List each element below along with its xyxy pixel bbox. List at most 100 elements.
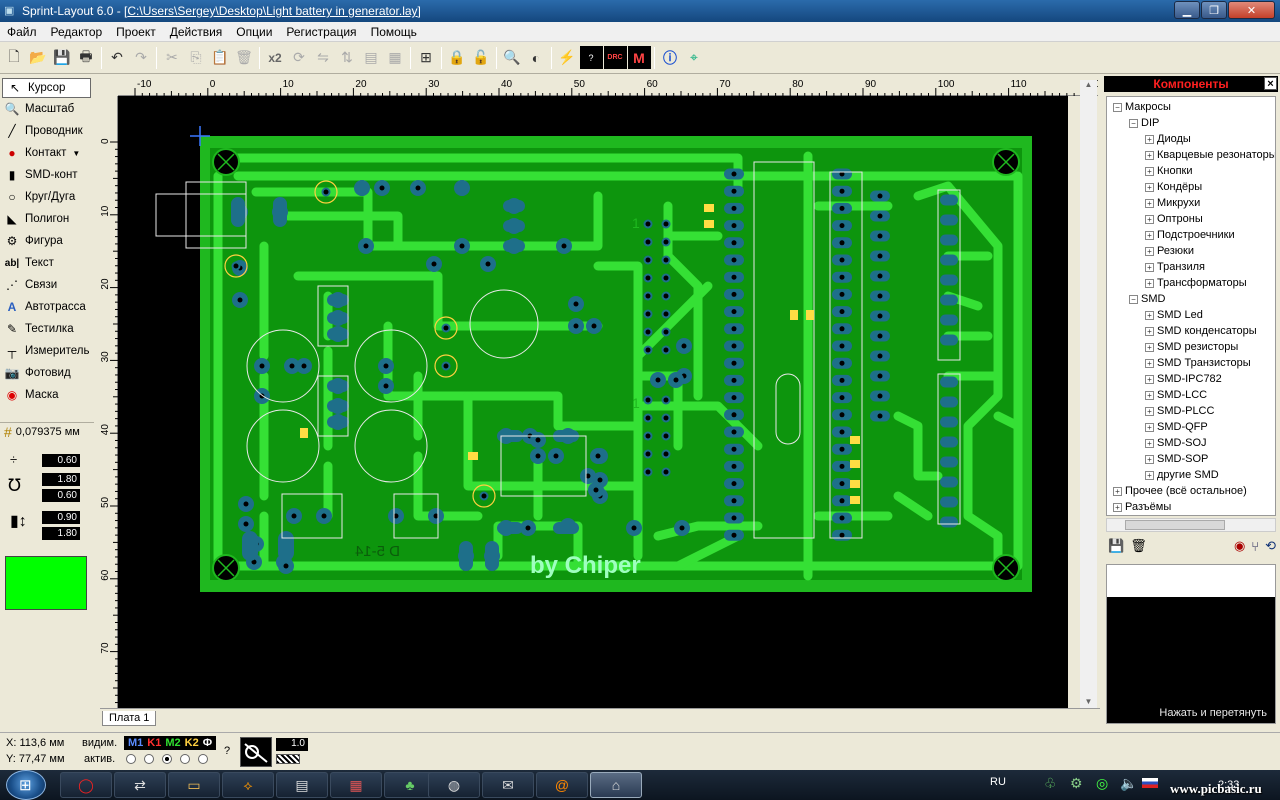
- task-network-icon[interactable]: ⇄: [114, 772, 166, 798]
- language-indicator[interactable]: RU: [990, 776, 1006, 788]
- expand-icon[interactable]: +: [1113, 502, 1122, 512]
- tree-node[interactable]: + SMD Led: [1145, 307, 1203, 323]
- duplicate-x2-button[interactable]: x2: [264, 46, 287, 69]
- tree-node[interactable]: + SMD Транзисторы: [1145, 355, 1251, 371]
- tree-node[interactable]: + SMD-IPC782: [1145, 371, 1222, 387]
- close-button[interactable]: ✕: [1228, 1, 1275, 19]
- tool-mask[interactable]: ◉ Маска: [0, 384, 94, 406]
- tree-node[interactable]: − DIP: [1129, 115, 1159, 131]
- expand-icon[interactable]: +: [1145, 454, 1154, 464]
- tree-node[interactable]: + SMD резисторы: [1145, 339, 1238, 355]
- layer-radio[interactable]: [180, 754, 190, 764]
- expand-icon[interactable]: +: [1145, 166, 1154, 176]
- delete-icon[interactable]: 🗑: [233, 46, 256, 69]
- layer-toggle[interactable]: K2: [185, 737, 199, 749]
- expand-icon[interactable]: +: [1145, 198, 1154, 208]
- layer-toggle[interactable]: M1: [128, 737, 143, 749]
- tool-text[interactable]: ab| Текст: [0, 252, 94, 274]
- layer-toggle[interactable]: Ф: [203, 737, 212, 749]
- autoroute-tool-icon[interactable]: ⚡: [556, 46, 579, 69]
- tree-node[interactable]: + Кнопки: [1145, 163, 1193, 179]
- tree-node[interactable]: − Макросы: [1113, 99, 1171, 115]
- expand-icon[interactable]: +: [1145, 422, 1154, 432]
- tool-tester[interactable]: ✎ Тестилка: [0, 318, 94, 340]
- tool-polygon[interactable]: ◣ Полигон: [0, 208, 94, 230]
- expand-icon[interactable]: +: [1145, 390, 1154, 400]
- scroll-down-icon[interactable]: ▼: [1080, 697, 1097, 706]
- print-icon[interactable]: 🖶: [75, 46, 98, 69]
- expand-icon[interactable]: +: [1145, 310, 1154, 320]
- tool-measure[interactable]: ┬ Измеритель: [0, 340, 94, 362]
- menu-registration[interactable]: Регистрация: [279, 25, 363, 39]
- task-archiver-icon[interactable]: ▦: [330, 772, 382, 798]
- tree-node[interactable]: + другие SMD: [1145, 467, 1219, 483]
- lock-icon[interactable]: 🔒: [446, 46, 469, 69]
- tree-node[interactable]: + Подстроечники: [1145, 227, 1235, 243]
- task-at-icon[interactable]: @: [536, 772, 588, 798]
- scroll-up-icon[interactable]: ▲: [1080, 80, 1097, 89]
- tree-node[interactable]: + Разъёмы: [1113, 499, 1171, 515]
- menu-help[interactable]: Помощь: [364, 25, 424, 39]
- grid-setting[interactable]: # 0,079375 мм: [0, 422, 94, 440]
- components-tree[interactable]: − Макросы − DIP + Диоды + Кварцевые резонаторы +…: [1106, 96, 1276, 516]
- tree-node[interactable]: + Диоды: [1145, 131, 1191, 147]
- tool-photoview[interactable]: 📷 Фотовид: [0, 362, 94, 384]
- pcb-canvas[interactable]: by Chiper D 5-14 1 1: [118, 96, 1068, 708]
- expand-icon[interactable]: +: [1145, 342, 1154, 352]
- pad-inner-field[interactable]: 0.60: [42, 489, 80, 502]
- layer-toggle[interactable]: K1: [147, 737, 161, 749]
- expand-icon[interactable]: +: [1145, 150, 1154, 160]
- scan-icon[interactable]: ⌖: [683, 46, 706, 69]
- hatch-icon[interactable]: [276, 754, 300, 764]
- new-file-icon[interactable]: 🗋: [3, 46, 26, 69]
- tree-node[interactable]: + Прочее (всё остальное): [1113, 483, 1247, 499]
- expand-icon[interactable]: +: [1145, 182, 1154, 192]
- macro-icon[interactable]: M: [627, 46, 651, 69]
- tree-node[interactable]: + SMD-LCC: [1145, 387, 1207, 403]
- tree-node[interactable]: + SMD-SOJ: [1145, 435, 1207, 451]
- unlock-icon[interactable]: 🔓: [470, 46, 493, 69]
- expand-icon[interactable]: +: [1113, 486, 1122, 496]
- close-icon[interactable]: ×: [1264, 77, 1277, 90]
- tray-app-icon[interactable]: ⚙: [1070, 775, 1083, 792]
- tray-status-icon[interactable]: ◎: [1096, 775, 1108, 792]
- transparency-icon[interactable]: ◐: [525, 46, 548, 69]
- tool-cursor[interactable]: ↖ Курсор: [2, 78, 91, 98]
- expand-icon[interactable]: +: [1145, 470, 1154, 480]
- save-icon[interactable]: 💾: [51, 46, 74, 69]
- start-button[interactable]: ⊞: [6, 770, 46, 800]
- smd-height-field[interactable]: 1.80: [42, 527, 80, 540]
- pad-outer-field[interactable]: 1.80: [42, 473, 80, 486]
- open-file-icon[interactable]: 📂: [27, 46, 50, 69]
- save-icon[interactable]: 💾: [1108, 538, 1124, 554]
- help-mark[interactable]: ?: [224, 745, 230, 757]
- pcb-board[interactable]: by Chiper D 5-14 1 1: [118, 96, 1068, 708]
- collapse-icon[interactable]: −: [1113, 102, 1122, 112]
- delete-icon[interactable]: 🗑: [1130, 538, 1147, 554]
- mirror-v-icon[interactable]: ⇅: [336, 46, 359, 69]
- tree-node[interactable]: + Кондёры: [1145, 179, 1202, 195]
- layer-radio[interactable]: [162, 754, 172, 764]
- tree-icon[interactable]: ⑂: [1251, 539, 1259, 554]
- tree-node[interactable]: + SMD конденсаторы: [1145, 323, 1257, 339]
- redo-icon[interactable]: ↷: [130, 46, 153, 69]
- tray-android-icon[interactable]: ♧: [1044, 775, 1057, 792]
- tree-node[interactable]: + SMD-QFP: [1145, 419, 1208, 435]
- tree-node[interactable]: + Резюки: [1145, 243, 1194, 259]
- smd-width-field[interactable]: 0.90: [42, 511, 80, 524]
- group-icon[interactable]: ▦: [384, 46, 407, 69]
- menu-options[interactable]: Опции: [229, 25, 279, 39]
- task-app-icon[interactable]: ⟡: [222, 772, 274, 798]
- zoom-value[interactable]: 1.0: [276, 738, 308, 751]
- expand-icon[interactable]: +: [1145, 326, 1154, 336]
- expand-icon[interactable]: +: [1145, 134, 1154, 144]
- test-icon[interactable]: ?: [579, 46, 603, 69]
- hscroll-thumb[interactable]: [1125, 520, 1225, 530]
- track-width-field[interactable]: 0.60: [42, 454, 80, 467]
- tool-pad[interactable]: ● Контакт ▼: [0, 142, 94, 164]
- layer-color-swatch[interactable]: [5, 556, 87, 610]
- tool-smd-pad[interactable]: ▮ SMD-конт: [0, 164, 94, 186]
- tool-zoom[interactable]: 🔍 Масштаб: [0, 98, 94, 120]
- chevron-down-icon[interactable]: ▼: [72, 149, 80, 158]
- tab-plate-1[interactable]: Плата 1: [102, 711, 157, 726]
